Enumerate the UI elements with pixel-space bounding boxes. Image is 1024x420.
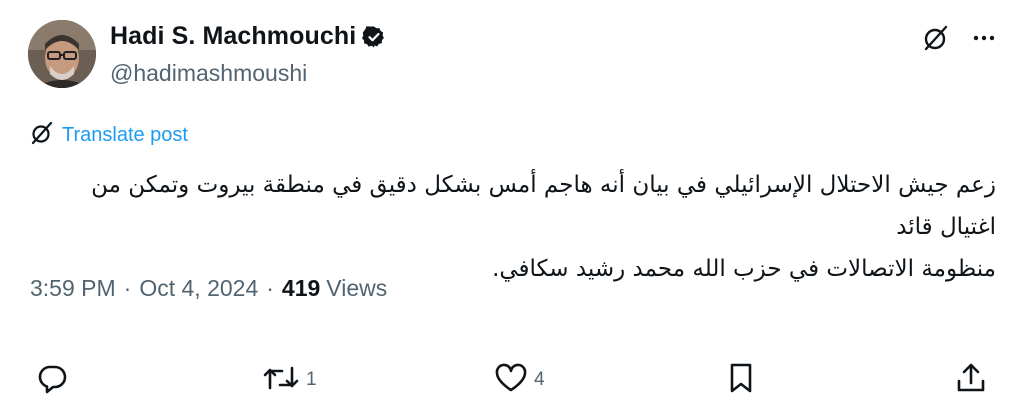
tweet-time[interactable]: 3:59 PM <box>30 275 116 302</box>
tweet-date[interactable]: Oct 4, 2024 <box>139 275 258 302</box>
share-icon <box>954 361 988 400</box>
bookmark-icon <box>726 361 756 400</box>
meta-separator: · <box>123 275 132 301</box>
action-bar: 1 4 <box>0 358 1024 402</box>
grok-icon[interactable] <box>922 24 950 52</box>
views-label: Views <box>326 275 388 301</box>
reply-icon <box>36 362 68 399</box>
translate-post-button[interactable]: Translate post <box>30 121 188 150</box>
author-name-row: Hadi S. Machmouchi <box>110 22 386 51</box>
repost-button[interactable]: 1 <box>262 358 317 402</box>
avatar-photo <box>28 20 96 88</box>
tweet-text-line-1: زعم جيش الاحتلال الإسرائيلي في بيان أنه … <box>91 172 996 240</box>
repost-count: 1 <box>306 369 317 390</box>
grok-translate-icon <box>30 121 54 150</box>
verified-badge-icon[interactable] <box>362 25 386 49</box>
author-display-name[interactable]: Hadi S. Machmouchi <box>110 22 356 51</box>
author-handle[interactable]: @hadimashmoushi <box>110 60 307 87</box>
translate-post-label: Translate post <box>62 124 188 146</box>
meta-separator: · <box>266 275 274 301</box>
like-icon <box>494 362 528 399</box>
avatar[interactable] <box>28 20 96 88</box>
more-options-icon[interactable] <box>972 26 996 50</box>
tweet-text: زعم جيش الاحتلال الإسرائيلي في بيان أنه … <box>30 164 996 290</box>
like-button[interactable]: 4 <box>494 358 545 402</box>
like-count: 4 <box>534 369 545 390</box>
repost-icon <box>262 362 300 399</box>
views-count: 419 <box>281 275 321 301</box>
bookmark-button[interactable] <box>726 358 756 402</box>
share-button[interactable] <box>954 358 988 402</box>
tweet-meta: 3:59 PM · Oct 4, 2024 · 419 Views <box>30 275 387 302</box>
top-actions <box>922 24 996 52</box>
reply-button[interactable] <box>36 358 68 402</box>
